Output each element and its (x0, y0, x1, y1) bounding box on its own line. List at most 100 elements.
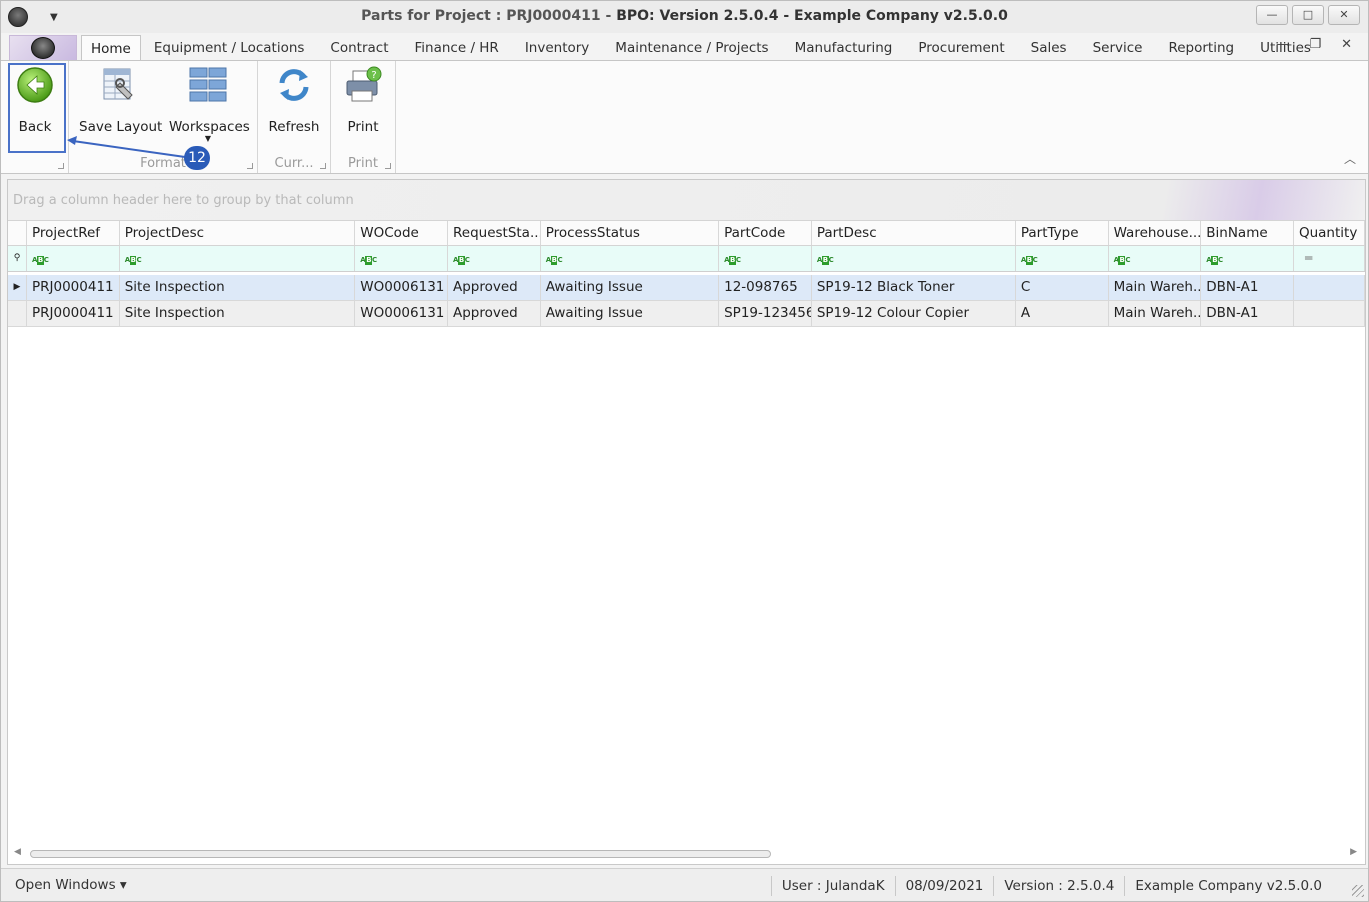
quick-access-dropdown-icon[interactable]: ▼ (50, 12, 58, 23)
print-label: Print (347, 119, 379, 135)
refresh-icon (279, 69, 309, 101)
parts-grid: Drag a column header here to group by th… (7, 179, 1366, 865)
tab-inventory[interactable]: Inventory (512, 35, 602, 61)
cell-partcode[interactable]: SP19-123456 (719, 301, 812, 326)
status-company: Example Company v2.5.0.0 (1124, 875, 1332, 896)
cell-partcode[interactable]: 12-098765 (719, 275, 812, 300)
cell-binname[interactable]: DBN-A1 (1201, 301, 1294, 326)
cell-requeststatus[interactable]: Approved (448, 301, 541, 326)
filter-cell[interactable]: ABC (719, 246, 812, 271)
cell-projectdesc[interactable]: Site Inspection (120, 301, 356, 326)
cell-requeststatus[interactable]: Approved (448, 275, 541, 300)
mdi-close-button[interactable]: ✕ (1341, 37, 1352, 52)
row-focus-indicator-icon: ▶ (8, 275, 27, 300)
cell-wocode[interactable]: WO0006131 (355, 275, 448, 300)
tab-service[interactable]: Service (1080, 35, 1156, 61)
column-header-warehouse[interactable]: Warehouse... (1109, 221, 1202, 245)
tab-sales[interactable]: Sales (1018, 35, 1080, 61)
column-header-binname[interactable]: BinName (1201, 221, 1294, 245)
column-header-projectref[interactable]: ProjectRef (27, 221, 120, 245)
column-header-requeststatus[interactable]: RequestSta... (448, 221, 541, 245)
current-launcher-icon[interactable] (320, 163, 326, 169)
filter-cell[interactable]: ABC (1109, 246, 1202, 271)
table-row[interactable]: PRJ0000411 Site Inspection WO0006131 App… (8, 301, 1365, 327)
filter-cell[interactable]: ABC (1201, 246, 1294, 271)
table-row[interactable]: ▶ PRJ0000411 Site Inspection WO0006131 A… (8, 275, 1365, 301)
scroll-right-icon[interactable]: ▶ (1350, 847, 1357, 857)
column-header-wocode[interactable]: WOCode (355, 221, 448, 245)
column-header-processstatus[interactable]: ProcessStatus (541, 221, 720, 245)
text-filter-icon: ABC (452, 256, 470, 265)
collapse-ribbon-icon[interactable]: ︿ (1344, 150, 1356, 167)
header-indicator (8, 221, 27, 245)
equals-filter-icon: ═ (1304, 251, 1313, 265)
status-version: Version : 2.5.0.4 (993, 875, 1124, 896)
cell-processstatus[interactable]: Awaiting Issue (541, 275, 720, 300)
print-button[interactable]: ? Print (339, 65, 387, 135)
close-button[interactable]: ✕ (1328, 5, 1360, 25)
cell-warehouse[interactable]: Main Wareh... (1109, 275, 1202, 300)
cell-projectref[interactable]: PRJ0000411 (27, 301, 120, 326)
save-layout-button[interactable]: Save Layout (79, 65, 162, 135)
refresh-button[interactable]: Refresh (266, 65, 322, 135)
group-by-panel[interactable]: Drag a column header here to group by th… (8, 180, 1365, 220)
filter-cell[interactable]: ABC (355, 246, 448, 271)
cell-partdesc[interactable]: SP19-12 Black Toner (812, 275, 1016, 300)
tab-manufacturing[interactable]: Manufacturing (782, 35, 906, 61)
filter-cell[interactable]: ABC (120, 246, 356, 271)
cell-binname[interactable]: DBN-A1 (1201, 275, 1294, 300)
cell-parttype[interactable]: C (1016, 275, 1109, 300)
tab-finance-hr[interactable]: Finance / HR (402, 35, 512, 61)
app-logo-icon[interactable] (8, 7, 28, 27)
row-indicator (8, 301, 27, 326)
resize-grip-icon[interactable] (1352, 885, 1364, 897)
format-launcher-icon[interactable] (247, 163, 253, 169)
cell-parttype[interactable]: A (1016, 301, 1109, 326)
column-header-quantity[interactable]: Quantity (1294, 221, 1365, 245)
column-header-projectdesc[interactable]: ProjectDesc (120, 221, 356, 245)
maximize-button[interactable]: □ (1292, 5, 1324, 25)
tab-procurement[interactable]: Procurement (905, 35, 1017, 61)
minimize-button[interactable]: — (1256, 5, 1288, 25)
grid-header-row: ProjectRef ProjectDesc WOCode RequestSta… (8, 220, 1365, 246)
column-header-parttype[interactable]: PartType (1016, 221, 1109, 245)
cell-warehouse[interactable]: Main Wareh... (1109, 301, 1202, 326)
application-menu-button[interactable] (9, 35, 77, 61)
filter-cell[interactable]: ABC (1016, 246, 1109, 271)
tab-maintenance-projects[interactable]: Maintenance / Projects (602, 35, 781, 61)
window-title: Parts for Project : PRJ0000411 - BPO: Ve… (1, 8, 1368, 24)
app-menu-logo-icon (31, 37, 55, 59)
cell-projectref[interactable]: PRJ0000411 (27, 275, 120, 300)
cell-wocode[interactable]: WO0006131 (355, 301, 448, 326)
cell-partdesc[interactable]: SP19-12 Colour Copier (812, 301, 1016, 326)
horizontal-scrollbar[interactable]: ◀ ▶ (8, 844, 1365, 864)
column-header-partcode[interactable]: PartCode (719, 221, 812, 245)
scroll-left-icon[interactable]: ◀ (14, 847, 21, 857)
tab-equipment-locations[interactable]: Equipment / Locations (141, 35, 318, 61)
cell-projectdesc[interactable]: Site Inspection (120, 275, 356, 300)
column-header-partdesc[interactable]: PartDesc (812, 221, 1016, 245)
open-windows-button[interactable]: Open Windows ▾ (15, 877, 127, 893)
annotation-arrow (67, 136, 186, 158)
scrollbar-thumb[interactable] (30, 850, 771, 858)
text-filter-icon: ABC (360, 256, 377, 265)
tab-reporting[interactable]: Reporting (1155, 35, 1247, 61)
mdi-restore-button[interactable]: ❐ (1309, 37, 1321, 52)
filter-cell[interactable]: ABC (541, 246, 720, 271)
cell-quantity[interactable] (1294, 275, 1365, 300)
filter-pin-icon: ⚲ (8, 246, 27, 271)
filter-cell[interactable]: ABC (448, 246, 541, 271)
tab-contract[interactable]: Contract (317, 35, 401, 61)
print-launcher-icon[interactable] (385, 163, 391, 169)
filter-cell[interactable]: ═ (1294, 246, 1365, 271)
cell-processstatus[interactable]: Awaiting Issue (541, 301, 720, 326)
filter-cell[interactable]: ABC (812, 246, 1016, 271)
window-title-prefix: Parts for Project : PRJ0000411 - (361, 8, 617, 24)
text-filter-icon: ABC (724, 256, 741, 265)
cell-quantity[interactable] (1294, 301, 1365, 326)
mdi-minimize-button[interactable]: — (1276, 37, 1289, 52)
tab-home[interactable]: Home (81, 35, 141, 61)
filter-cell[interactable]: ABC (27, 246, 120, 271)
text-filter-icon: ABC (124, 256, 142, 265)
annotation-step-badge: 12 (184, 146, 210, 170)
